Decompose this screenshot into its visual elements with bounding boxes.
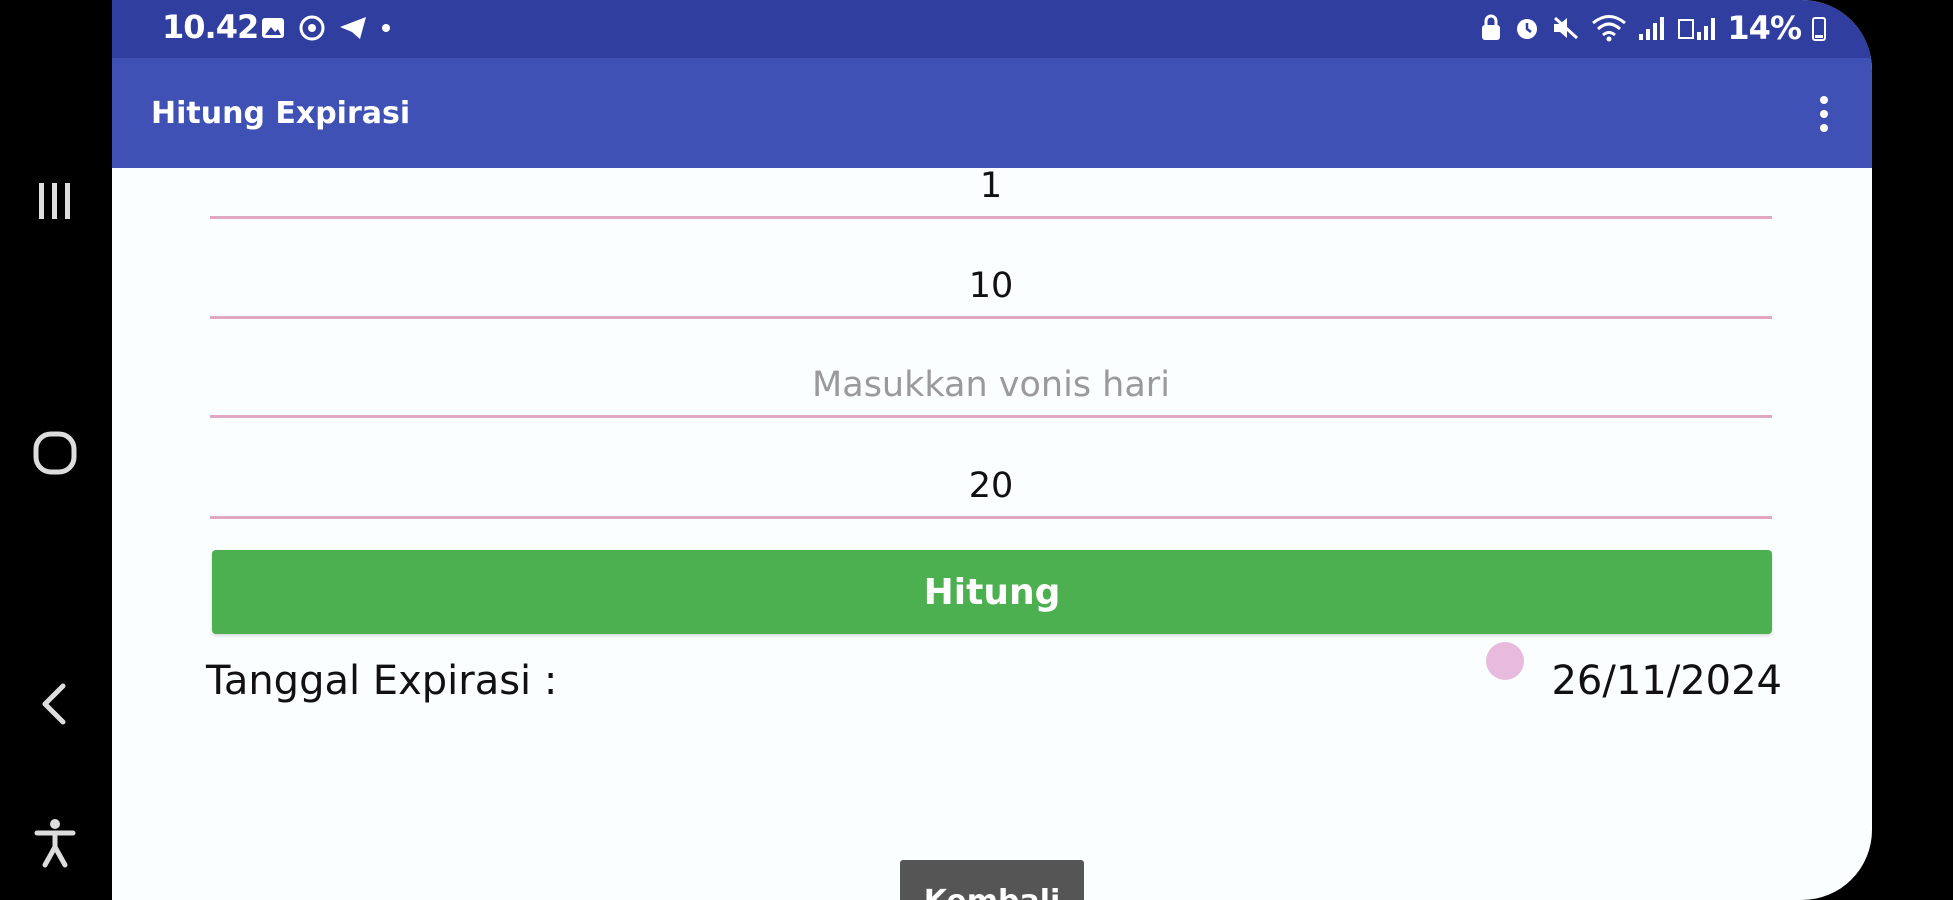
image-icon: [262, 18, 284, 38]
input-field-4[interactable]: 20: [210, 456, 1772, 519]
more-options-button[interactable]: [1804, 88, 1844, 140]
input-field-1[interactable]: 1: [210, 156, 1772, 219]
notification-icons: [260, 14, 392, 42]
whatsapp-icon: [299, 15, 325, 41]
status-time: 10.42: [162, 8, 259, 46]
vonis-hari-input[interactable]: Masukkan vonis hari: [210, 355, 1772, 418]
calculate-button[interactable]: Hitung: [212, 550, 1772, 634]
recent-apps-button[interactable]: [18, 164, 92, 238]
battery-percent: 14%: [1727, 9, 1802, 47]
accessibility-icon: [34, 819, 76, 868]
home-button[interactable]: [18, 416, 92, 490]
accessibility-button[interactable]: [18, 806, 92, 880]
status-bar: 10.42 14%: [112, 0, 1872, 58]
signal-icon: [1639, 17, 1665, 40]
back-button[interactable]: Kembali: [900, 860, 1084, 900]
input-field-2[interactable]: 10: [210, 256, 1772, 319]
system-navigation-bar: [0, 0, 112, 900]
recent-apps-icon: [39, 183, 70, 219]
volte-signal-icon: [1678, 18, 1716, 40]
dot-icon: [382, 24, 390, 32]
app-bar: Hitung Expirasi: [112, 58, 1872, 168]
more-vert-icon: [1820, 96, 1828, 104]
system-status-icons: 14%: [1479, 9, 1827, 47]
app-title: Hitung Expirasi: [151, 96, 411, 131]
app-screen: 10.42 14% Hitung Expirasi 1 10 Masukkan …: [112, 0, 1872, 900]
lock-icon: [1482, 14, 1501, 40]
back-icon: [42, 683, 66, 725]
touch-indicator: [1486, 642, 1524, 680]
expiration-date-value: 26/11/2024: [1551, 658, 1782, 704]
mute-icon: [1554, 16, 1579, 40]
back-nav-button[interactable]: [18, 667, 92, 741]
expiration-date-label: Tanggal Expirasi :: [206, 658, 558, 704]
home-icon: [33, 431, 77, 475]
battery-icon: [1812, 17, 1826, 41]
alarm-icon: [1517, 19, 1538, 39]
wifi-icon: [1592, 15, 1627, 42]
telegram-icon: [340, 17, 366, 39]
